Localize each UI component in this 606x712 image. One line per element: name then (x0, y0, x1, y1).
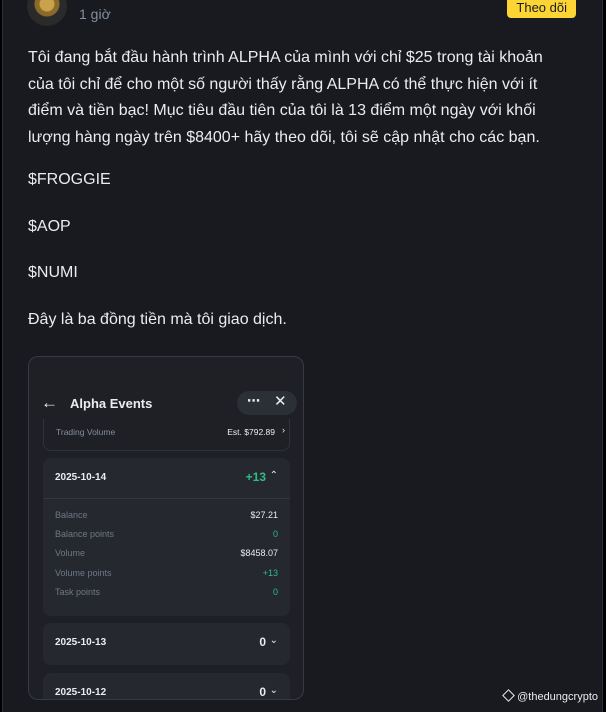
day-card-collapsed: 2025-10-13 0 ⌄ (43, 623, 290, 665)
post-body: Tôi đang bắt đầu hành trình ALPHA của mì… (28, 45, 573, 151)
coin-tag-aop[interactable]: $AOP (28, 218, 71, 236)
row-value: $8458.07 (240, 548, 278, 558)
detail-row: Task points 0 (55, 587, 278, 601)
post-paragraph: Tôi đang bắt đầu hành trình ALPHA của mì… (28, 49, 543, 146)
header-action-pill: ⋯ ✕ (237, 391, 297, 415)
detail-row: Balance $27.21 (55, 510, 278, 524)
row-value: $27.21 (250, 510, 278, 520)
chevron-right-icon: › (282, 425, 285, 435)
day-date: 2025-10-13 (55, 637, 107, 648)
day-score: +13 (245, 470, 266, 484)
day-card-collapsed: 2025-10-12 0 ⌄ (43, 673, 290, 699)
trading-volume-label: Trading Volume (56, 427, 116, 437)
chevron-down-icon: ⌄ (269, 685, 278, 696)
binance-logo-icon (502, 689, 515, 702)
author-avatar[interactable] (27, 0, 67, 26)
post-closing: Đây là ba đồng tiền mà tôi giao dịch. (28, 311, 287, 328)
watermark: @thedungcrypto (502, 689, 598, 703)
attached-screenshot[interactable]: ← Alpha Events ⋯ ✕ Trading Volume Est. $… (28, 356, 304, 700)
row-value: +13 (262, 568, 278, 578)
back-arrow-icon: ← (41, 393, 58, 412)
trading-volume-value: Est. $792.89 (227, 427, 275, 437)
screenshot-title: Alpha Events (70, 396, 153, 411)
row-label: Task points (55, 587, 101, 597)
watermark-text: @thedungcrypto (517, 691, 598, 703)
author-name[interactable] (79, 0, 189, 2)
post-time: 1 giờ (79, 6, 111, 22)
coin-tag-froggie[interactable]: $FROGGIE (28, 171, 111, 189)
row-label: Balance points (55, 529, 115, 539)
day-score: 0 (259, 685, 266, 699)
day-card-expanded: 2025-10-14 +13 ⌃ Balance $27.21 Balance … (43, 458, 290, 616)
post-card: 1 giờ Theo dõi Tôi đang bắt đầu hành trì… (2, 0, 603, 712)
chevron-down-icon: ⌄ (269, 635, 278, 646)
detail-row: Balance points 0 (55, 529, 278, 543)
divider (43, 498, 290, 499)
screenshot-header: ← Alpha Events ⋯ ✕ (29, 391, 303, 415)
row-label: Volume (55, 548, 86, 558)
close-icon: ✕ (274, 393, 287, 410)
day-date: 2025-10-12 (55, 687, 107, 698)
detail-row: Volume $8458.07 (55, 548, 278, 562)
day-score: 0 (259, 635, 266, 649)
detail-row: Volume points +13 (55, 568, 278, 582)
day-date: 2025-10-14 (55, 472, 107, 483)
trading-volume-row: Trading Volume Est. $792.89 › (43, 419, 290, 451)
more-icon: ⋯ (247, 393, 261, 408)
row-label: Balance (55, 510, 88, 520)
coin-tag-numi[interactable]: $NUMI (28, 264, 78, 282)
row-label: Volume points (55, 568, 112, 578)
row-value: 0 (272, 587, 278, 597)
row-value: 0 (272, 529, 278, 539)
follow-button[interactable]: Theo dõi (507, 0, 576, 18)
chevron-up-icon: ⌃ (269, 470, 278, 481)
